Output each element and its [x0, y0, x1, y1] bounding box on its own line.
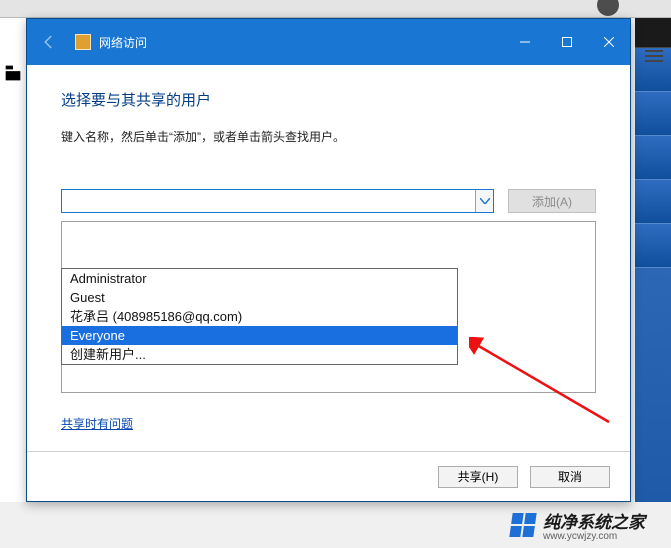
page-heading: 选择要与其共享的用户	[61, 89, 596, 110]
chevron-down-icon	[480, 198, 490, 204]
dropdown-option[interactable]: Administrator	[62, 269, 457, 288]
dropdown-option[interactable]: 花承吕 (408985186@qq.com)	[62, 307, 457, 326]
help-link[interactable]: 共享时有问题	[61, 415, 133, 432]
titlebar: 网络访问	[27, 19, 630, 65]
menu-icon	[645, 50, 663, 62]
app-icon	[75, 34, 91, 50]
maximize-button[interactable]	[546, 19, 588, 65]
minimize-button[interactable]	[504, 19, 546, 65]
add-button: 添加(A)	[508, 189, 596, 213]
left-tool-icon	[2, 62, 24, 84]
cancel-button[interactable]: 取消	[530, 466, 610, 488]
page-subheading: 键入名称，然后单击“添加”，或者单击箭头查找用户。	[61, 128, 596, 145]
sharing-dialog: 网络访问 选择要与其共享的用户 键入名称，然后单击“添加”，或者单击箭头查找用户…	[26, 18, 631, 502]
window-title: 网络访问	[99, 34, 147, 51]
user-combobox[interactable]	[61, 189, 494, 213]
user-input[interactable]	[62, 190, 475, 212]
watermark-brand: 纯净系统之家	[543, 508, 645, 533]
user-dropdown: AdministratorGuest花承吕 (408985186@qq.com)…	[61, 268, 458, 365]
watermark: 纯净系统之家 www.ycwjzy.com	[511, 508, 645, 542]
dropdown-option[interactable]: 创建新用户...	[62, 345, 457, 364]
watermark-logo-icon	[509, 513, 536, 537]
avatar	[597, 0, 619, 16]
share-button[interactable]: 共享(H)	[438, 466, 518, 488]
dropdown-option[interactable]: Everyone	[62, 326, 457, 345]
dropdown-option[interactable]: Guest	[62, 288, 457, 307]
combobox-toggle[interactable]	[475, 190, 493, 212]
close-button[interactable]	[588, 19, 630, 65]
back-button[interactable]	[33, 26, 65, 58]
